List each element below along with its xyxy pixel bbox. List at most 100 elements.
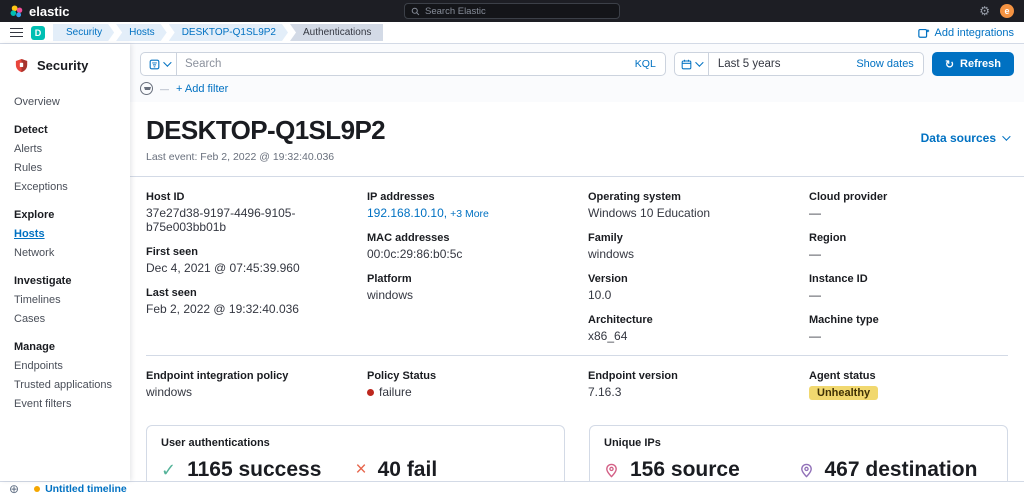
elastic-logo[interactable]: elastic bbox=[10, 4, 69, 19]
field-value: 00:0c:29:86:b0:5c bbox=[367, 247, 566, 261]
field-label: First seen bbox=[146, 246, 345, 258]
sidebar-item-event-filters[interactable]: Event filters bbox=[0, 395, 130, 414]
field-label: MAC addresses bbox=[367, 232, 566, 244]
field-value: — bbox=[809, 247, 1008, 261]
chevron-down-icon bbox=[1002, 132, 1010, 140]
sidebar-item-endpoints[interactable]: Endpoints bbox=[0, 357, 130, 376]
field-value: Feb 2, 2022 @ 19:32:40.036 bbox=[146, 302, 345, 316]
security-app-icon bbox=[14, 58, 29, 73]
untitled-timeline-button[interactable]: Untitled timeline bbox=[34, 483, 127, 495]
saved-query-menu-button[interactable] bbox=[141, 53, 177, 75]
field-value: Windows 10 Education bbox=[588, 206, 787, 220]
breadcrumb-authentications: Authentications bbox=[290, 24, 383, 41]
date-picker: Last 5 years Show dates bbox=[674, 52, 924, 76]
field-value: windows bbox=[588, 247, 787, 261]
sidebar-item-hosts[interactable]: Hosts bbox=[0, 225, 130, 244]
source-ips-stat: 156 source bbox=[604, 458, 799, 481]
kql-search-input[interactable] bbox=[177, 58, 626, 70]
show-dates-button[interactable]: Show dates bbox=[847, 58, 922, 70]
destination-count: 467 bbox=[825, 458, 860, 481]
sidebar-section-investigate: Investigate bbox=[0, 263, 130, 291]
endpoint-policy-row: Endpoint integration policy windows Poli… bbox=[146, 370, 1008, 412]
divider bbox=[130, 176, 1024, 177]
divider bbox=[146, 355, 1008, 356]
menu-icon[interactable] bbox=[10, 28, 23, 38]
destination-ips-stat: 467 destination bbox=[799, 458, 994, 481]
field-label: Operating system bbox=[588, 191, 787, 203]
sidebar-section-manage: Manage bbox=[0, 329, 130, 357]
ip-address-link[interactable]: 192.168.10.10, bbox=[367, 206, 447, 220]
global-header: elastic ⚙ e bbox=[0, 0, 1024, 22]
global-search-input[interactable] bbox=[425, 6, 613, 17]
breadcrumb-hosts[interactable]: Hosts bbox=[116, 24, 167, 41]
breadcrumb-hostname[interactable]: DESKTOP-Q1SL9P2 bbox=[169, 24, 288, 41]
query-bar: KQL Last 5 years Show dates ↻ Refresh bbox=[130, 44, 1024, 79]
filter-set-icon[interactable] bbox=[140, 82, 153, 95]
date-picker-menu-button[interactable] bbox=[675, 53, 709, 75]
sidebar-item-rules[interactable]: Rules bbox=[0, 159, 130, 178]
sidebar-item-cases[interactable]: Cases bbox=[0, 310, 130, 329]
user-avatar[interactable]: e bbox=[1000, 4, 1014, 18]
sidebar-item-overview[interactable]: Overview bbox=[0, 93, 130, 112]
sidebar-item-exceptions[interactable]: Exceptions bbox=[0, 178, 130, 197]
field-label: Family bbox=[588, 232, 787, 244]
settings-icon[interactable]: ⚙ bbox=[979, 5, 990, 17]
timeline-label: Untitled timeline bbox=[45, 483, 127, 495]
map-pin-icon bbox=[604, 463, 619, 478]
sidebar-app-header: Security bbox=[0, 58, 130, 73]
fail-label: fail bbox=[407, 458, 437, 481]
field-value: — bbox=[809, 329, 1008, 343]
field-label: Last seen bbox=[146, 287, 345, 299]
chevron-down-icon bbox=[163, 58, 171, 66]
field-label: Agent status bbox=[809, 370, 1008, 382]
add-integrations-label: Add integrations bbox=[935, 27, 1015, 39]
main-content: KQL Last 5 years Show dates ↻ Refresh bbox=[130, 44, 1024, 481]
source-label: source bbox=[671, 458, 740, 481]
add-filter-button[interactable]: + Add filter bbox=[176, 83, 228, 95]
field-label: Endpoint integration policy bbox=[146, 370, 345, 382]
field-value: windows bbox=[367, 288, 566, 302]
logo-text: elastic bbox=[29, 4, 69, 19]
data-sources-button[interactable]: Data sources bbox=[921, 131, 1008, 145]
query-language-button[interactable]: KQL bbox=[626, 58, 665, 70]
auth-success-stat: ✓ 1165 success bbox=[161, 458, 356, 481]
cross-icon: × bbox=[356, 459, 367, 481]
sidebar-item-network[interactable]: Network bbox=[0, 244, 130, 263]
security-sidebar: Security Overview Detect Alerts Rules Ex… bbox=[0, 44, 130, 481]
map-pin-icon bbox=[799, 463, 814, 478]
sidebar-item-alerts[interactable]: Alerts bbox=[0, 140, 130, 159]
auth-fail-stat: × 40 fail bbox=[356, 458, 551, 481]
user-authentications-card: User authentications ✓ 1165 success × 40… bbox=[146, 425, 565, 481]
failure-status-dot bbox=[367, 389, 374, 396]
date-range-value[interactable]: Last 5 years bbox=[709, 58, 848, 70]
field-label: Region bbox=[809, 232, 1008, 244]
filter-separator: — bbox=[160, 84, 169, 94]
breadcrumb-security[interactable]: Security bbox=[53, 24, 114, 41]
field-label: Instance ID bbox=[809, 273, 1008, 285]
data-sources-label: Data sources bbox=[921, 131, 996, 145]
field-label: Machine type bbox=[809, 314, 1008, 326]
add-integrations-button[interactable]: Add integrations bbox=[918, 27, 1015, 39]
sidebar-section-explore: Explore bbox=[0, 197, 130, 225]
elastic-logo-icon bbox=[10, 5, 23, 18]
field-value: x86_64 bbox=[588, 329, 787, 343]
agent-status-badge: Unhealthy bbox=[809, 386, 878, 400]
more-ips-link[interactable]: +3 More bbox=[450, 208, 489, 220]
sidebar-app-title: Security bbox=[37, 58, 88, 73]
sidebar-section-detect: Detect bbox=[0, 112, 130, 140]
field-label: Cloud provider bbox=[809, 191, 1008, 203]
sidebar-item-timelines[interactable]: Timelines bbox=[0, 291, 130, 310]
breadcrumb: Security Hosts DESKTOP-Q1SL9P2 Authentic… bbox=[53, 24, 383, 41]
global-search[interactable] bbox=[404, 3, 620, 19]
refresh-button[interactable]: ↻ Refresh bbox=[932, 52, 1014, 76]
policy-status-value: failure bbox=[379, 385, 412, 399]
field-label: Version bbox=[588, 273, 787, 285]
field-value: 7.16.3 bbox=[588, 385, 787, 399]
field-label: Platform bbox=[367, 273, 566, 285]
field-value: Dec 4, 2021 @ 07:45:39.960 bbox=[146, 261, 345, 275]
space-badge[interactable]: D bbox=[31, 26, 45, 40]
kql-search-box: KQL bbox=[140, 52, 666, 76]
check-icon: ✓ bbox=[161, 460, 176, 481]
sidebar-item-trusted-applications[interactable]: Trusted applications bbox=[0, 376, 130, 395]
plus-circle-icon[interactable]: ⊕ bbox=[9, 483, 19, 495]
